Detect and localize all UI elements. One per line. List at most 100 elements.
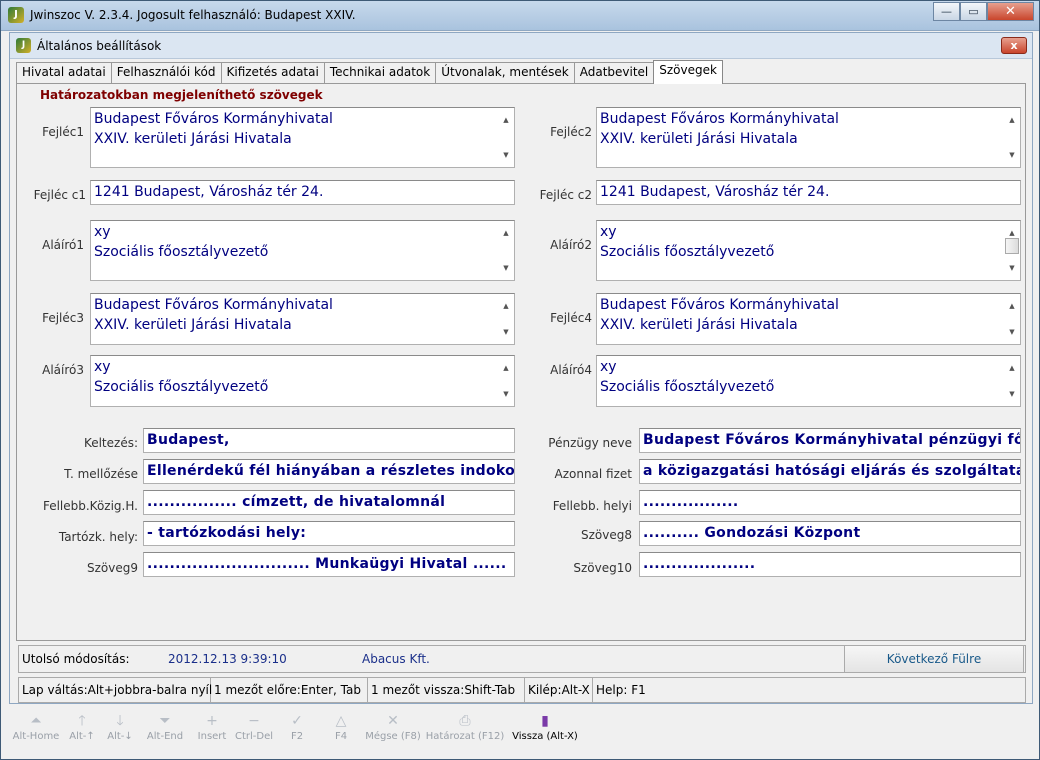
fejlec-c1-input[interactable]: 1241 Budapest, Városház tér 24.: [90, 180, 515, 205]
scroll-down-icon[interactable]: ▼: [1004, 145, 1020, 165]
t-mellozese-input[interactable]: Ellenérdekű fél hiányában a részletes in…: [143, 459, 515, 484]
scrollbar[interactable]: ▲ ▼: [498, 356, 514, 406]
scrollbar[interactable]: ▲ ▼: [1004, 108, 1020, 167]
alairo4-textarea[interactable]: xy Szociális főosztályvezető ▲ ▼: [596, 355, 1021, 407]
scroll-up-icon[interactable]: ▲: [498, 110, 514, 130]
scroll-thumb[interactable]: [1005, 238, 1019, 254]
minimize-button[interactable]: —: [933, 2, 960, 21]
tab-felhasznaloi-kod[interactable]: Felhasználói kód: [110, 62, 222, 84]
alairo4-line-2: Szociális főosztályvezető: [600, 379, 775, 395]
toolbar-label: Határozat (F12): [425, 731, 505, 742]
azonnal-fizet-input[interactable]: a közigazgatási hatósági eljárás és szol…: [639, 459, 1021, 484]
fejlec1-label: Fejléc1: [42, 125, 84, 139]
close-button[interactable]: ✕: [987, 2, 1034, 21]
scroll-down-icon[interactable]: ▼: [498, 145, 514, 165]
last-record-button[interactable]: ⏷ Alt-End: [139, 711, 191, 751]
fellebb-helyi-input[interactable]: .................: [639, 490, 1021, 515]
tab-utvonalak-mentesek[interactable]: Útvonalak, mentések: [435, 62, 575, 84]
prev-record-button[interactable]: 🡑 Alt-↑: [63, 711, 101, 751]
f4-button[interactable]: △ F4: [319, 711, 363, 751]
fejlec-c2-input[interactable]: 1241 Budapest, Városház tér 24.: [596, 180, 1021, 205]
alairo3-line-1: xy: [94, 359, 111, 375]
tab-kifizetes-adatai[interactable]: Kifizetés adatai: [220, 62, 325, 84]
cancel-button[interactable]: ✕ Mégse (F8): [363, 711, 423, 751]
back-button[interactable]: ▮ Vissza (Alt-X): [507, 711, 583, 751]
plus-icon: +: [206, 713, 218, 729]
scrollbar[interactable]: ▲ ▼: [498, 221, 514, 280]
down-arrow-icon: 🡓: [116, 713, 124, 729]
tab-bar: Hivatal adatai Felhasználói kód Kifizeté…: [16, 60, 723, 84]
toolbar-label: Alt-Home: [12, 731, 60, 742]
szoveg10-input[interactable]: ....................: [639, 552, 1021, 577]
scrollbar[interactable]: ▲ ▼: [1004, 356, 1020, 406]
scroll-up-icon[interactable]: ▲: [498, 223, 514, 243]
app-title: Jwinszoc V. 2.3.4. Jogosult felhasználó:…: [30, 8, 356, 22]
dialog-logo-icon: J: [16, 38, 31, 53]
alairo4-line-1: xy: [600, 359, 617, 375]
tartozk-hely-input[interactable]: - tartózkodási hely:: [143, 521, 515, 546]
scroll-up-icon[interactable]: ▲: [1004, 296, 1020, 316]
keltezes-input[interactable]: Budapest,: [143, 428, 515, 453]
fejlec4-label: Fejléc4: [550, 311, 592, 325]
scrollbar[interactable]: ▲ ▼: [498, 294, 514, 344]
next-record-button[interactable]: 🡓 Alt-↓: [101, 711, 139, 751]
scroll-up-icon[interactable]: ▲: [498, 358, 514, 378]
toolbar-label: Ctrl-Del: [234, 731, 274, 742]
tab-adatbevitel[interactable]: Adatbevitel: [573, 62, 655, 84]
scrollbar[interactable]: ▲ ▼: [1004, 221, 1020, 280]
scroll-down-icon[interactable]: ▼: [1004, 258, 1020, 278]
szoveg8-input[interactable]: .......... Gondozási Központ: [639, 521, 1021, 546]
tab-technikai-adatok[interactable]: Technikai adatok: [323, 62, 437, 84]
alairo1-label: Aláíró1: [42, 238, 84, 252]
fejlec3-line-1: Budapest Főváros Kormányhivatal: [94, 297, 333, 313]
next-tab-button[interactable]: Következő Fülre: [844, 645, 1024, 673]
scroll-down-icon[interactable]: ▼: [498, 258, 514, 278]
triangle-icon: △: [335, 713, 347, 729]
insert-button[interactable]: + Insert: [191, 711, 233, 751]
fejlec1-textarea[interactable]: Budapest Főváros Kormányhivatal XXIV. ke…: [90, 107, 515, 168]
fejlec3-line-2: XXIV. kerületi Járási Hivatala: [94, 317, 292, 333]
delete-button[interactable]: − Ctrl-Del: [233, 711, 275, 751]
alairo1-textarea[interactable]: xy Szociális főosztályvezető ▲ ▼: [90, 220, 515, 281]
toolbar-label: Alt-End: [146, 731, 184, 742]
penzugy-neve-input[interactable]: Budapest Főváros Kormányhivatal pénzügyi…: [639, 428, 1021, 453]
scroll-up-icon[interactable]: ▲: [1004, 110, 1020, 130]
scroll-down-icon[interactable]: ▼: [498, 384, 514, 404]
first-record-button[interactable]: ⏶ Alt-Home: [9, 711, 63, 751]
fejlec2-line-1: Budapest Főváros Kormányhivatal: [600, 111, 839, 127]
window-controls: — ▭ ✕: [933, 2, 1034, 21]
fejlec-c1-label: Fejléc c1: [33, 188, 86, 202]
dialog-close-button[interactable]: x: [1001, 37, 1027, 54]
cancel-icon: ✕: [387, 713, 399, 729]
keltezes-label: Keltezés:: [83, 436, 138, 450]
scrollbar[interactable]: ▲ ▼: [498, 108, 514, 167]
alairo3-textarea[interactable]: xy Szociális főosztályvezető ▲ ▼: [90, 355, 515, 407]
maximize-button[interactable]: ▭: [960, 2, 987, 21]
fejlec4-line-1: Budapest Főváros Kormányhivatal: [600, 297, 839, 313]
save-button[interactable]: ✓ F2: [275, 711, 319, 751]
tab-szovegek[interactable]: Szövegek: [653, 60, 723, 84]
fejlec2-line-2: XXIV. kerületi Járási Hivatala: [600, 131, 798, 147]
tab-hivatal-adatai[interactable]: Hivatal adatai: [16, 62, 112, 84]
szoveg8-label: Szöveg8: [581, 528, 632, 542]
hint-next-field: 1 mezőt előre:Enter, Tab: [211, 678, 368, 702]
printer-icon: ⎙: [459, 713, 471, 729]
fejlec4-textarea[interactable]: Budapest Főváros Kormányhivatal XXIV. ke…: [596, 293, 1021, 345]
szoveg10-label: Szöveg10: [573, 561, 632, 575]
fejlec2-textarea[interactable]: Budapest Főváros Kormányhivatal XXIV. ke…: [596, 107, 1021, 168]
toolbar-label: Mégse (F8): [365, 731, 421, 742]
alairo2-textarea[interactable]: xy Szociális főosztályvezető ▲ ▼: [596, 220, 1021, 281]
scroll-down-icon[interactable]: ▼: [1004, 384, 1020, 404]
scroll-up-icon[interactable]: ▲: [498, 296, 514, 316]
scroll-down-icon[interactable]: ▼: [498, 322, 514, 342]
scroll-up-icon[interactable]: ▲: [1004, 358, 1020, 378]
szoveg9-input[interactable]: ............................. Munkaügyi …: [143, 552, 515, 577]
decision-print-button[interactable]: ⎙ Határozat (F12): [423, 711, 507, 751]
last-modified-date: 2012.12.13 9:39:10: [168, 652, 287, 666]
scroll-down-icon[interactable]: ▼: [1004, 322, 1020, 342]
scrollbar[interactable]: ▲ ▼: [1004, 294, 1020, 344]
toolbar-label: Alt-↓: [107, 731, 133, 742]
fellebb-kozig-input[interactable]: ................ címzett, de hivatalomná…: [143, 490, 515, 515]
fejlec1-line-2: XXIV. kerületi Járási Hivatala: [94, 131, 292, 147]
fejlec3-textarea[interactable]: Budapest Főváros Kormányhivatal XXIV. ke…: [90, 293, 515, 345]
